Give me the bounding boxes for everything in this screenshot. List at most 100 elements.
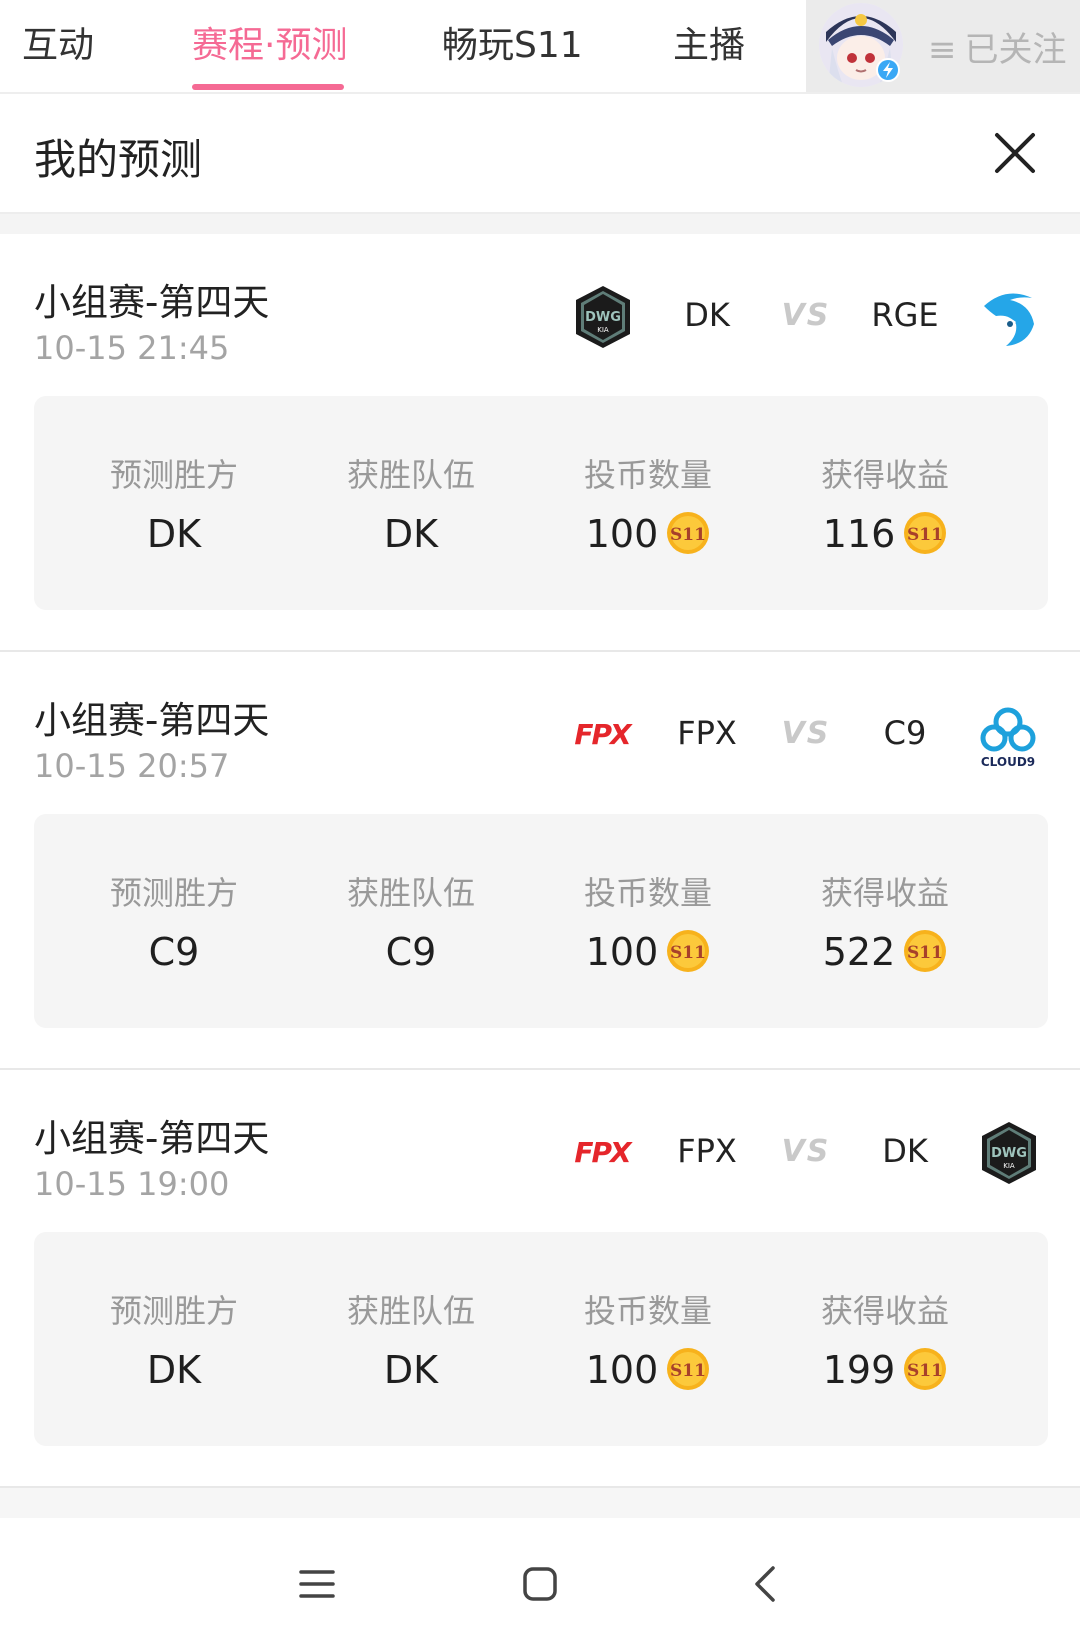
match-stage: 小组赛-第四天 [34,699,270,742]
svg-text:FPX: FPX [574,718,633,751]
tab-interaction[interactable]: 互动 [22,16,94,68]
vs-label: VS [781,716,831,751]
stat-actual-winner: 获胜队伍 DK [293,1232,529,1446]
stat-value-wrap: 116 S11 [767,511,1003,556]
back-icon[interactable] [737,1554,797,1614]
prediction-stats: 预测胜方 C9 获胜队伍 C9 投币数量 100 S11 获得收益 522 S11 [34,814,1048,1028]
s11-coin-icon: S11 [667,511,710,554]
earnings-amount: 522 [822,930,896,974]
stat-predicted-winner: 预测胜方 DK [56,396,292,610]
svg-text:S11: S11 [907,1361,943,1381]
team-left-name: FPX [677,714,737,752]
stat-value-wrap: 522 S11 [767,929,1003,974]
stat-label: 投币数量 [583,874,712,912]
stat-value: C9 [385,930,437,974]
stat-value-wrap: 100 S11 [530,1347,766,1392]
earnings-amount: 116 [822,512,896,556]
s11-coin-icon: S11 [904,1347,947,1390]
stat-label: 投币数量 [583,456,712,494]
stat-stake: 投币数量 100 S11 [530,1232,766,1446]
page-title: 我的预测 [34,135,203,184]
stat-label: 获得收益 [820,874,949,912]
svg-text:CLOUD9: CLOUD9 [981,755,1035,769]
match-stage: 小组赛-第四天 [34,1117,270,1160]
earnings-amount: 199 [822,1348,896,1392]
prediction-card: 小组赛-第四天 10-15 19:00 FPX FPX VS DK DWG KI… [0,1070,1080,1486]
match-time: 10-15 20:57 [34,747,230,785]
tab-schedule-prediction[interactable]: 赛程·预测 [192,16,347,68]
match-stage: 小组赛-第四天 [34,281,270,324]
followed-button[interactable]: ≡ 已关注 [928,22,1067,71]
fpx-logo-icon: FPX [574,718,635,751]
followed-label: 已关注 [964,30,1067,70]
team-right-name: C9 [883,714,927,752]
rge-logo-icon [984,293,1034,346]
vs-label: VS [781,298,831,333]
match-time: 10-15 19:00 [34,1165,230,1203]
list-end-strip [0,1488,1080,1518]
stat-stake: 投币数量 100 S11 [530,814,766,1028]
stat-label: 投币数量 [583,1292,712,1330]
stat-label: 获得收益 [820,1292,949,1330]
tab-play-s11[interactable]: 畅玩S11 [442,16,583,68]
dk-logo-icon: DWG KIA [982,1122,1036,1184]
tab-streamer[interactable]: 主播 [673,16,745,68]
stat-label: 获胜队伍 [346,1292,475,1330]
s11-coin-icon: S11 [904,511,947,554]
stat-value: C9 [148,930,200,974]
stat-label: 预测胜方 [109,1292,238,1330]
stat-earnings: 获得收益 522 S11 [767,814,1003,1028]
svg-text:DWG: DWG [991,1146,1027,1161]
stat-predicted-winner: 预测胜方 C9 [56,814,292,1028]
stat-value-wrap: 100 S11 [530,929,766,974]
prediction-card: 小组赛-第四天 10-15 21:45 DWG KIA DK VS RGE 预测… [0,234,1080,650]
stat-value-wrap: 100 S11 [530,511,766,556]
list-menu-icon: ≡ [928,30,957,70]
stat-earnings: 获得收益 199 S11 [767,1232,1003,1446]
home-icon[interactable] [510,1554,570,1614]
s11-coin-icon: S11 [667,929,710,972]
vs-label: VS [781,1134,831,1169]
s11-coin-icon: S11 [667,1347,710,1390]
stat-earnings: 获得收益 116 S11 [767,396,1003,610]
stat-actual-winner: 获胜队伍 C9 [293,814,529,1028]
team-right-name: RGE [871,296,939,334]
stat-value-wrap: 199 S11 [767,1347,1003,1392]
team-right-name: DK [882,1132,928,1170]
dk-logo-icon: DWG KIA [576,286,630,348]
stat-label: 获胜队伍 [346,456,475,494]
svg-text:S11: S11 [907,943,943,963]
active-tab-indicator [192,84,344,90]
recent-apps-icon[interactable] [287,1554,347,1614]
stake-amount: 100 [585,512,659,556]
system-navigation-bar [0,1518,1080,1649]
section-divider [0,214,1080,234]
svg-text:DWG: DWG [585,310,621,325]
my-predictions-header: 我的预测 [0,94,1080,214]
stat-stake: 投币数量 100 S11 [530,396,766,610]
stat-predicted-winner: 预测胜方 DK [56,1232,292,1446]
stat-value: DK [146,512,202,556]
stat-label: 预测胜方 [109,456,238,494]
follow-area[interactable]: ≡ 已关注 [806,0,1080,92]
prediction-stats: 预测胜方 DK 获胜队伍 DK 投币数量 100 S11 获得收益 116 S11 [34,396,1048,610]
svg-text:KIA: KIA [1003,1162,1015,1170]
prediction-card: 小组赛-第四天 10-15 20:57 FPX FPX VS C9 CLOUD9… [0,652,1080,1068]
stat-label: 获胜队伍 [346,874,475,912]
streamer-avatar[interactable] [818,2,904,88]
stake-amount: 100 [585,930,659,974]
team-left-name: DK [684,296,730,334]
svg-text:S11: S11 [670,943,706,963]
close-icon[interactable] [992,130,1038,176]
cloud9-logo-icon: CLOUD9 [980,707,1036,769]
stat-value: DK [383,512,439,556]
fpx-logo-icon: FPX [574,1136,635,1169]
svg-text:S11: S11 [670,525,706,545]
stat-value: DK [383,1348,439,1392]
top-tab-bar: 互动 赛程·预测 畅玩S11 主播 ≡ 已关注 [0,0,1080,94]
stat-label: 预测胜方 [109,874,238,912]
match-time: 10-15 21:45 [34,329,230,367]
stat-actual-winner: 获胜队伍 DK [293,396,529,610]
stat-label: 获得收益 [820,456,949,494]
svg-text:FPX: FPX [574,1136,633,1169]
